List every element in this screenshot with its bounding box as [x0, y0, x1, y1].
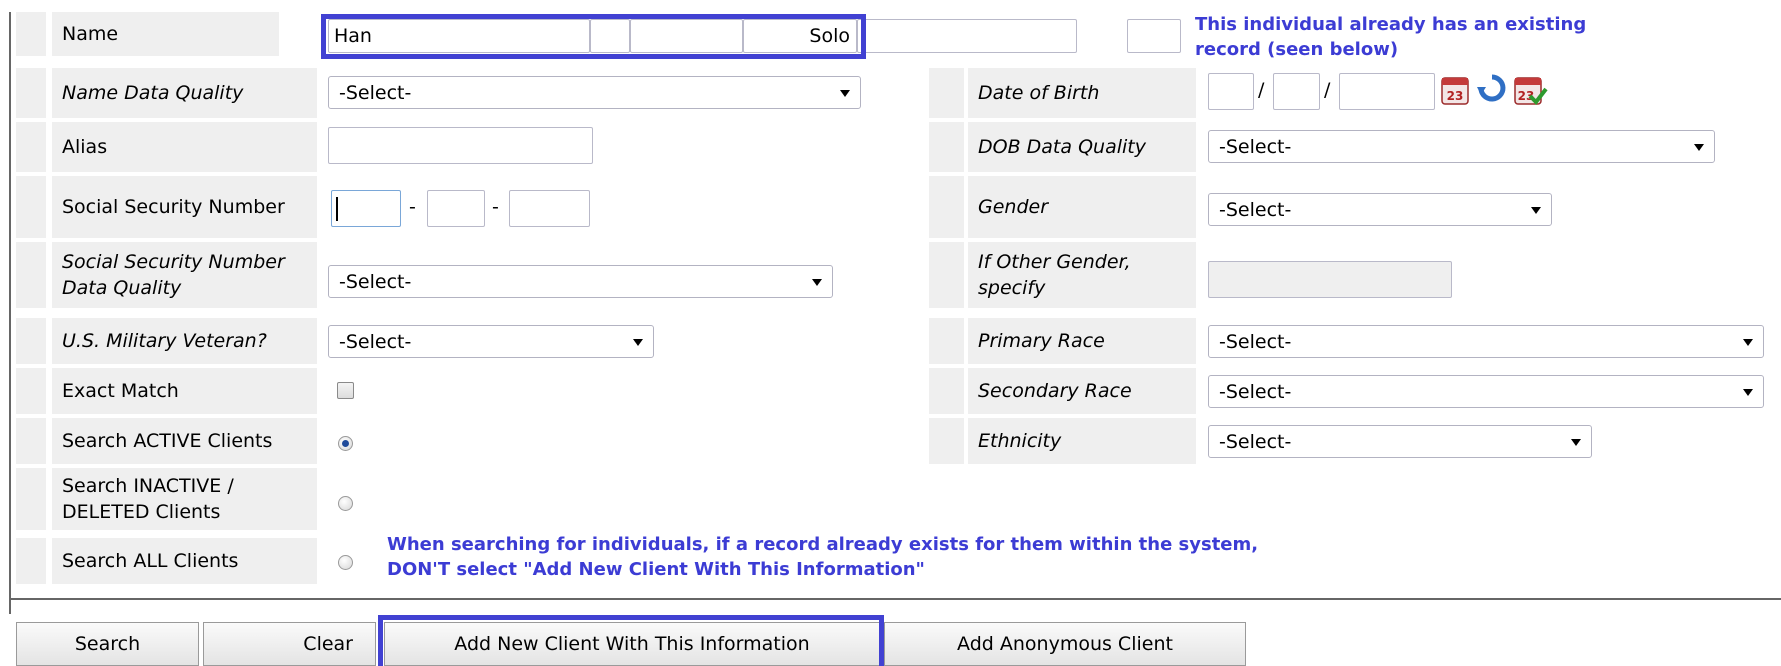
- other-gender-input: [1208, 261, 1452, 298]
- row-stub: [16, 176, 46, 238]
- row-stub: [929, 242, 964, 308]
- clear-button[interactable]: Clear: [203, 622, 376, 666]
- gender-select[interactable]: -Select-: [1208, 193, 1552, 226]
- chevron-down-icon: [812, 278, 822, 286]
- ssn-part1-input[interactable]: [331, 190, 401, 227]
- add-anonymous-client-button[interactable]: Add Anonymous Client: [884, 622, 1246, 666]
- select-value: -Select-: [1219, 198, 1292, 221]
- select-value: -Select-: [339, 270, 412, 293]
- secondary-race-select[interactable]: -Select-: [1208, 375, 1764, 408]
- search-all-radio[interactable]: [338, 555, 353, 570]
- name-suffix-input[interactable]: [857, 19, 1077, 53]
- chevron-down-icon: [840, 89, 850, 97]
- chevron-down-icon: [1531, 206, 1541, 214]
- select-value: -Select-: [1219, 330, 1292, 353]
- chevron-down-icon: [1743, 338, 1753, 346]
- search-active-radio[interactable]: [338, 436, 353, 451]
- dob-day-input[interactable]: [1273, 73, 1320, 110]
- select-value: -Select-: [339, 330, 412, 353]
- row-stub: [929, 176, 964, 238]
- ethnicity-select[interactable]: -Select-: [1208, 425, 1592, 458]
- dob-data-quality-select[interactable]: -Select-: [1208, 130, 1715, 163]
- ethnicity-label: Ethnicity: [968, 418, 1196, 464]
- name-label: Name: [52, 12, 279, 56]
- ssn-label: Social Security Number: [52, 176, 317, 238]
- row-stub: [16, 12, 46, 56]
- exact-match-checkbox[interactable]: [337, 382, 354, 399]
- select-value: -Select-: [1219, 135, 1292, 158]
- dob-year-input[interactable]: [1339, 73, 1435, 110]
- search-inactive-radio[interactable]: [338, 496, 353, 511]
- row-stub: [929, 418, 964, 464]
- existing-record-notice: This individual already has an existing …: [1195, 14, 1587, 60]
- exact-match-label: Exact Match: [52, 368, 317, 414]
- row-stub: [16, 122, 46, 172]
- row-stub: [16, 318, 46, 364]
- ssn-separator: -: [492, 196, 499, 218]
- name-data-quality-select[interactable]: -Select-: [328, 76, 861, 109]
- alias-label: Alias: [52, 122, 317, 172]
- add-new-highlight-box: [378, 615, 884, 666]
- ssn-data-quality-select[interactable]: -Select-: [328, 265, 833, 298]
- select-value: -Select-: [1219, 380, 1292, 403]
- row-stub: [16, 468, 46, 530]
- row-stub: [929, 318, 964, 364]
- chevron-down-icon: [633, 338, 643, 346]
- ssn-part3-input[interactable]: [509, 190, 590, 227]
- search-button[interactable]: Search: [16, 622, 199, 666]
- duplicate-warning: When searching for individuals, if a rec…: [387, 534, 1259, 580]
- search-active-label: Search ACTIVE Clients: [52, 418, 317, 464]
- chevron-down-icon: [1571, 438, 1581, 446]
- row-stub: [929, 368, 964, 414]
- dob-separator: /: [1258, 79, 1265, 101]
- ssn-part2-input[interactable]: [427, 190, 485, 227]
- refresh-icon[interactable]: [1476, 72, 1508, 106]
- ssn-separator: -: [409, 196, 416, 218]
- primary-race-label: Primary Race: [968, 318, 1196, 364]
- ssn-data-quality-label: Social Security Number Data Quality: [52, 242, 317, 308]
- other-gender-label: If Other Gender, specify: [968, 242, 1196, 308]
- dob-label: Date of Birth: [968, 68, 1196, 118]
- row-stub: [16, 68, 46, 118]
- svg-text:23: 23: [1447, 89, 1464, 103]
- dob-separator: /: [1324, 79, 1331, 101]
- text-cursor: [336, 197, 338, 221]
- row-stub: [929, 68, 964, 118]
- primary-race-select[interactable]: -Select-: [1208, 325, 1764, 358]
- name-highlight-box: [321, 14, 866, 59]
- search-all-label: Search ALL Clients: [52, 538, 317, 584]
- veteran-select[interactable]: -Select-: [328, 325, 654, 358]
- name-data-quality-label: Name Data Quality: [52, 68, 317, 118]
- row-stub: [16, 538, 46, 584]
- form-left-border: [9, 12, 11, 614]
- row-stub: [929, 122, 964, 172]
- secondary-race-label: Secondary Race: [968, 368, 1196, 414]
- row-stub: [16, 368, 46, 414]
- form-divider: [9, 598, 1781, 600]
- select-value: -Select-: [1219, 430, 1292, 453]
- chevron-down-icon: [1743, 388, 1753, 396]
- select-value: -Select-: [339, 81, 412, 104]
- row-stub: [16, 242, 46, 308]
- existing-record-indicator: [1127, 19, 1181, 53]
- calendar-icon[interactable]: 23: [1439, 72, 1471, 106]
- gender-label: Gender: [968, 176, 1196, 238]
- chevron-down-icon: [1694, 143, 1704, 151]
- dob-month-input[interactable]: [1208, 73, 1254, 110]
- row-stub: [16, 418, 46, 464]
- calendar-check-icon[interactable]: 23: [1512, 72, 1548, 106]
- veteran-label: U.S. Military Veteran?: [52, 318, 317, 364]
- search-inactive-label: Search INACTIVE / DELETED Clients: [52, 468, 317, 530]
- alias-input[interactable]: [328, 127, 593, 164]
- dob-data-quality-label: DOB Data Quality: [968, 122, 1196, 172]
